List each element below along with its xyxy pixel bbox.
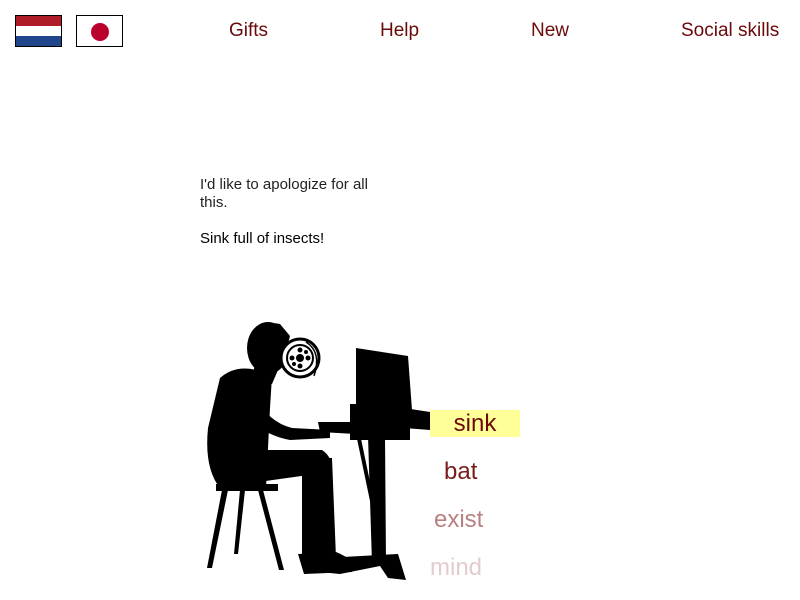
word-option-sink[interactable]: sink bbox=[430, 410, 520, 437]
word-option-exist[interactable]: exist bbox=[434, 506, 483, 534]
drain-icon bbox=[279, 337, 321, 379]
dutch-flag-icon[interactable] bbox=[15, 15, 62, 47]
insects-text: Sink full of insects! bbox=[200, 230, 325, 247]
apology-text: I'd like to apologize for all this. bbox=[200, 176, 368, 211]
japanese-flag-icon[interactable] bbox=[76, 15, 123, 47]
flag-disc bbox=[91, 23, 109, 41]
nav-link-social-skills[interactable]: Social skills bbox=[681, 20, 779, 42]
nav-link-gifts[interactable]: Gifts bbox=[229, 20, 268, 42]
word-option-mind[interactable]: mind bbox=[430, 554, 482, 582]
nav-link-new[interactable]: New bbox=[531, 20, 569, 42]
word-option-bat[interactable]: bat bbox=[444, 458, 477, 486]
nav-link-help[interactable]: Help bbox=[380, 20, 419, 42]
message-text: I'd like to apologize for all this. Sink… bbox=[200, 176, 390, 248]
person-at-computer-illustration bbox=[207, 322, 430, 580]
